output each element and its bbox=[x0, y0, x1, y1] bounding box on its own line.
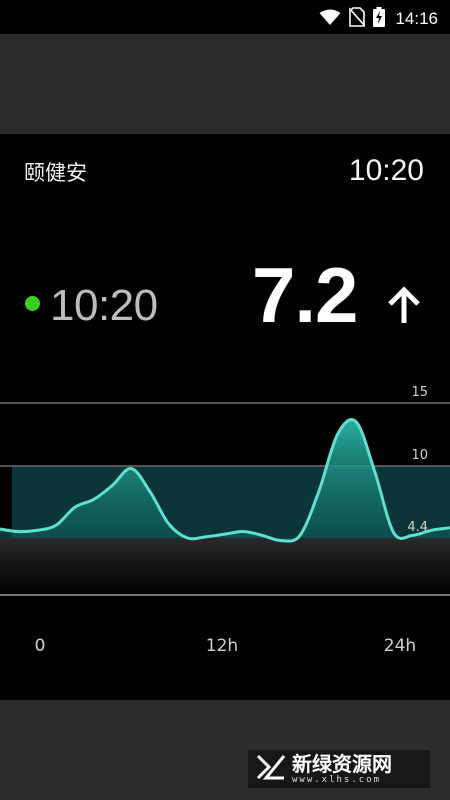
up-arrow-icon bbox=[387, 285, 421, 329]
glucose-chart: 15 10 4.4 0 12h 24h bbox=[0, 385, 450, 656]
status-bar: 14:16 bbox=[0, 0, 450, 34]
y-tick-label: 15 bbox=[411, 385, 428, 400]
app-name: 颐健安 bbox=[24, 161, 87, 185]
watermark-name: 新绿资源网 bbox=[292, 752, 392, 776]
top-band bbox=[0, 34, 450, 134]
battery-charging-icon bbox=[373, 7, 386, 31]
status-icons: 14:16 bbox=[319, 7, 438, 31]
x-tick-label: 0 bbox=[35, 636, 46, 656]
no-sim-icon bbox=[348, 7, 367, 31]
header-time: 10:20 bbox=[348, 154, 424, 187]
y-tick-label: 10 bbox=[411, 448, 428, 463]
xlhs-logo-icon bbox=[256, 754, 286, 784]
status-time: 14:16 bbox=[395, 9, 438, 28]
below-range-zone bbox=[0, 538, 450, 595]
watermark: 新绿资源网 www.xlhs.com bbox=[248, 750, 430, 788]
x-tick-label: 24h bbox=[384, 636, 416, 656]
x-tick-label: 12h bbox=[206, 636, 238, 656]
reading-time: 10:20 bbox=[50, 281, 158, 330]
glucose-value: 7.2 bbox=[252, 251, 358, 339]
status-dot bbox=[25, 296, 40, 311]
y-tick-label: 4.4 bbox=[407, 520, 428, 535]
wifi-icon bbox=[319, 9, 341, 30]
watermark-url: www.xlhs.com bbox=[292, 775, 382, 785]
